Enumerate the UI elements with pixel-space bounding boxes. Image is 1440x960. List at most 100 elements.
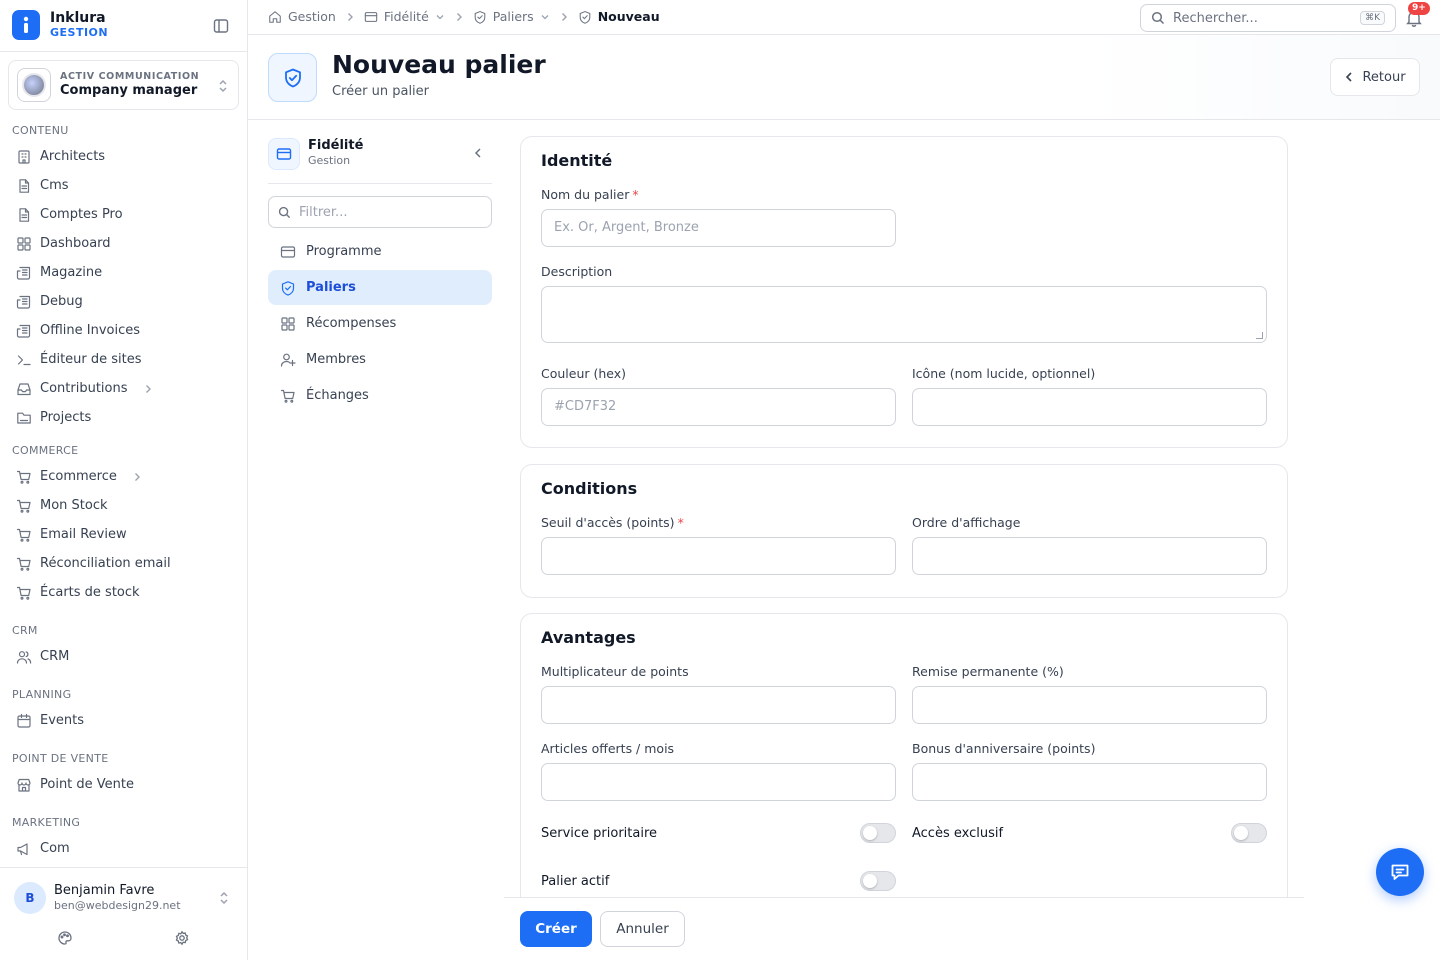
- chevron-left-icon[interactable]: [472, 146, 484, 160]
- section-nav-subtitle: Gestion: [308, 154, 351, 167]
- org-switcher[interactable]: ACTIV COMMUNICATION Company manager: [8, 60, 239, 110]
- card-icon: [280, 244, 296, 260]
- search-input[interactable]: Rechercher... ⌘K: [1140, 4, 1396, 32]
- icon-name-input[interactable]: [912, 388, 1267, 426]
- nav-group-label: PLANNING: [12, 688, 72, 701]
- sidebar-item-offline-invoices[interactable]: Offline Invoices: [0, 316, 247, 345]
- cancel-button[interactable]: Annuler: [600, 911, 685, 947]
- palette-icon[interactable]: [57, 930, 73, 946]
- section-nav-item-paliers[interactable]: Paliers: [268, 270, 492, 305]
- folder-icon: [16, 410, 32, 426]
- field-label: Ordre d'affichage: [912, 515, 1021, 530]
- free-items-field: Articles offerts / mois: [541, 741, 896, 801]
- breadcrumb-item[interactable]: Gestion: [268, 9, 336, 24]
- sidebar-item-ecommerce[interactable]: Ecommerce: [0, 462, 247, 491]
- sidebar-item-seo[interactable]: SEO: [0, 863, 247, 866]
- sidebar-item-contributions[interactable]: Contributions: [0, 374, 247, 403]
- app-root: Inklura GESTION ACTIV COMMUNICATION Comp…: [0, 0, 1440, 960]
- sidebar-item-label: Offline Invoices: [40, 323, 141, 338]
- sidebar-item-label: Réconciliation email: [40, 556, 171, 571]
- nav-group-label: POINT DE VENTE: [12, 752, 109, 765]
- card-title: Avantages: [541, 628, 636, 647]
- sidebar-toggle-icon[interactable]: [212, 17, 230, 35]
- field-label: Articles offerts / mois: [541, 741, 675, 756]
- toggle-label: Accès exclusif: [912, 825, 1004, 841]
- sidebar-item-com[interactable]: Com: [0, 834, 247, 863]
- sidebar-item-mon-stock[interactable]: Mon Stock: [0, 491, 247, 520]
- color-hex-input[interactable]: #CD7F32: [541, 388, 896, 426]
- threshold-input[interactable]: [541, 537, 896, 575]
- display-order-input[interactable]: [912, 537, 1267, 575]
- sidebar-item-point-de-vente[interactable]: Point de Vente: [0, 770, 247, 799]
- section-nav-item-membres[interactable]: Membres: [268, 342, 492, 377]
- search-placeholder: Rechercher...: [1173, 10, 1258, 26]
- building-icon: [16, 149, 32, 165]
- sidebar-nav: CONTENU Architects Cms Comptes Pro Dashboard…: [0, 118, 247, 866]
- chat-icon[interactable]: [1376, 848, 1424, 896]
- sidebar-item-label: Point de Vente: [40, 777, 135, 792]
- color-field: Couleur (hex) #CD7F32: [541, 366, 896, 426]
- sidebar-item-label: Email Review: [40, 527, 127, 542]
- section-nav-item-programme[interactable]: Programme: [268, 234, 492, 269]
- store-icon: [16, 777, 32, 793]
- nav-group-label: CRM: [12, 624, 38, 637]
- sidebar-item-label: Contributions: [40, 381, 128, 396]
- sidebar-item-label: Mon Stock: [40, 498, 108, 513]
- breadcrumb-item[interactable]: Paliers: [473, 9, 550, 24]
- section-nav-item-echanges[interactable]: Échanges: [268, 378, 492, 413]
- birthday-bonus-input[interactable]: [912, 763, 1267, 801]
- sidebar-item-label: Éditeur de sites: [40, 352, 142, 367]
- page-subtitle: Créer un palier: [332, 84, 430, 99]
- section-nav-item-recompenses[interactable]: Récompenses: [268, 306, 492, 341]
- priority-toggle[interactable]: [860, 823, 896, 843]
- section-nav-label: Programme: [306, 244, 382, 259]
- exclusive-toggle[interactable]: [1231, 823, 1267, 843]
- user-plus-icon: [280, 352, 296, 368]
- section-nav-label: Échanges: [306, 388, 369, 403]
- breadcrumb-item[interactable]: Fidélité: [364, 9, 445, 24]
- icon-field: Icône (nom lucide, optionnel): [912, 366, 1267, 426]
- sidebar-item-debug[interactable]: Debug: [0, 287, 247, 316]
- sidebar-item-projects[interactable]: Projects: [0, 403, 247, 432]
- shield-check-icon: [268, 53, 317, 102]
- sidebar-item-crm[interactable]: CRM: [0, 642, 247, 671]
- sidebar-item-magazine[interactable]: Magazine: [0, 258, 247, 287]
- back-label: Retour: [1362, 69, 1406, 85]
- free-items-input[interactable]: [541, 763, 896, 801]
- shield-check-icon: [473, 10, 487, 24]
- sidebar-item-ecarts-de-stock[interactable]: Écarts de stock: [0, 578, 247, 607]
- multiplier-input[interactable]: [541, 686, 896, 724]
- filter-input[interactable]: Filtrer...: [268, 196, 492, 228]
- create-button[interactable]: Créer: [520, 911, 592, 947]
- chevron-right-icon: [455, 12, 463, 22]
- tier-name-input[interactable]: Ex. Or, Argent, Bronze: [541, 209, 896, 247]
- gear-icon[interactable]: [174, 930, 190, 946]
- back-button[interactable]: Retour: [1330, 58, 1420, 96]
- active-toggle[interactable]: [860, 871, 896, 891]
- sidebar-item-dashboard[interactable]: Dashboard: [0, 229, 247, 258]
- user-menu[interactable]: B Benjamin Favre ben@webdesign29.net: [14, 882, 181, 914]
- sidebar-item-email-review[interactable]: Email Review: [0, 520, 247, 549]
- section-nav-header: Fidélité Gestion: [268, 136, 492, 184]
- sidebar-item-label: CRM: [40, 649, 70, 664]
- newspaper-icon: [16, 323, 32, 339]
- chevrons-up-down-icon[interactable]: [218, 890, 230, 906]
- section-nav-list: Programme Paliers Récompenses Membres Échang…: [268, 234, 492, 413]
- field-label: Description: [541, 264, 613, 279]
- sidebar-item-architects[interactable]: Architects: [0, 142, 247, 171]
- sidebar-item-label: Dashboard: [40, 236, 111, 251]
- field-label: Icône (nom lucide, optionnel): [912, 366, 1096, 381]
- sidebar-item-cms[interactable]: Cms: [0, 171, 247, 200]
- chevrons-up-down-icon: [217, 78, 229, 94]
- nav-group-label: MARKETING: [12, 816, 81, 829]
- sidebar-item-events[interactable]: Events: [0, 706, 247, 735]
- description-textarea[interactable]: [541, 286, 1267, 343]
- brand[interactable]: Inklura GESTION: [12, 10, 108, 40]
- discount-input[interactable]: [912, 686, 1267, 724]
- sidebar-item-comptes-pro[interactable]: Comptes Pro: [0, 200, 247, 229]
- section-nav-label: Récompenses: [306, 316, 397, 331]
- priority-toggle-row: Service prioritaire: [541, 822, 896, 844]
- sidebar-item-reconciliation-email[interactable]: Réconciliation email: [0, 549, 247, 578]
- avatar: B: [14, 882, 46, 914]
- sidebar-item-editeur-de-sites[interactable]: Éditeur de sites: [0, 345, 247, 374]
